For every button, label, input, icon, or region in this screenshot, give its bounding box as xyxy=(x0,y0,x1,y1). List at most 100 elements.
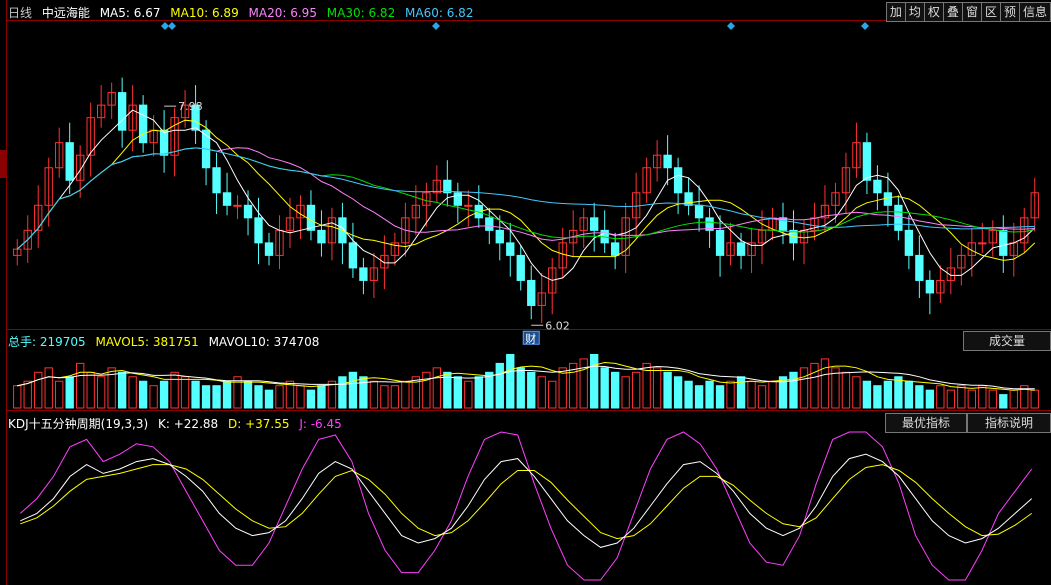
candle-body xyxy=(317,229,326,244)
event-diamond xyxy=(861,22,869,30)
volume-bar xyxy=(715,385,725,409)
candle-body xyxy=(464,204,473,207)
candle-body xyxy=(254,217,263,244)
candle-body xyxy=(138,104,148,144)
candle-body xyxy=(359,267,368,281)
candle-body xyxy=(264,242,274,256)
candle-body xyxy=(925,279,935,294)
volume-bar xyxy=(55,380,64,409)
volume-bar xyxy=(789,371,798,409)
volume-bar xyxy=(915,385,924,409)
volume-bar xyxy=(873,385,882,409)
high-price-label: 7.98 xyxy=(178,100,203,113)
volume-bar xyxy=(76,362,85,409)
volume-bar xyxy=(747,380,756,409)
kdj-k-line xyxy=(20,453,1033,548)
candle-body xyxy=(590,217,599,231)
volume-bar xyxy=(621,376,630,409)
volume-bar xyxy=(590,353,599,409)
candle-body xyxy=(527,279,536,306)
volume-bar xyxy=(275,385,284,409)
candle-body xyxy=(894,204,903,231)
volume-bar xyxy=(925,389,935,409)
candle-body xyxy=(663,154,672,169)
volume-bar xyxy=(317,385,326,409)
volume-bar xyxy=(170,371,179,409)
candle-body xyxy=(485,217,494,231)
volume-bar xyxy=(128,376,137,409)
candle-body xyxy=(348,242,358,269)
event-diamond xyxy=(168,22,176,30)
volume-bar xyxy=(359,376,368,409)
candle-body xyxy=(694,204,704,219)
volume-bar xyxy=(957,385,966,409)
volume-bar xyxy=(401,380,410,409)
volume-bar xyxy=(946,389,956,409)
volume-bar xyxy=(338,376,347,409)
candle-body xyxy=(862,142,872,181)
volume-bar xyxy=(883,380,893,409)
kdj-d-line xyxy=(20,464,1032,540)
volume-bar xyxy=(306,389,316,409)
candle-body xyxy=(999,229,1008,256)
volume-bar xyxy=(138,380,148,409)
volume-bar xyxy=(894,376,903,409)
ma5-line xyxy=(16,109,1036,281)
volume-bar xyxy=(768,380,777,409)
volume-bar xyxy=(999,394,1008,409)
candle-body xyxy=(233,204,242,207)
volume-bar xyxy=(233,376,242,409)
volume-bar xyxy=(432,367,442,409)
mavol10-line xyxy=(17,365,1035,390)
volume-bar xyxy=(86,371,95,409)
volume-bar xyxy=(610,371,620,409)
volume-bar xyxy=(862,380,872,409)
volume-bar xyxy=(34,371,43,409)
candle-body xyxy=(915,254,924,281)
volume-bar xyxy=(904,380,914,409)
volume-bar xyxy=(201,385,211,409)
volume-bar xyxy=(694,385,704,409)
volume-bar xyxy=(495,362,504,409)
volume-bar xyxy=(65,376,74,409)
volume-bar xyxy=(159,380,169,409)
volume-bar xyxy=(841,371,851,409)
chart-svg[interactable]: 7.98 6.02 财 xyxy=(0,0,1051,585)
volume-bar xyxy=(978,385,987,409)
candle-body xyxy=(222,192,232,206)
volume-bar xyxy=(537,376,546,409)
ma10-line xyxy=(16,119,1036,261)
event-diamond xyxy=(727,22,735,30)
volume-bar xyxy=(485,371,494,409)
volume-bar xyxy=(422,371,431,409)
volume-bar xyxy=(673,376,683,409)
volume-bar xyxy=(967,389,976,409)
volume-bar xyxy=(222,380,232,409)
volume-bar xyxy=(212,385,221,409)
volume-bar xyxy=(936,385,945,409)
candle-body xyxy=(904,229,914,256)
volume-bar xyxy=(264,389,274,409)
candle-body xyxy=(159,129,169,156)
volume-bar xyxy=(726,380,735,409)
volume-bar xyxy=(23,380,32,409)
event-diamond xyxy=(161,22,169,30)
volume-bar xyxy=(1009,389,1018,409)
volume-bar xyxy=(1030,389,1039,409)
volume-bar xyxy=(369,380,379,409)
candle-body xyxy=(495,229,504,244)
volume-bar xyxy=(390,385,400,409)
volume-bar xyxy=(663,371,672,409)
candle-body xyxy=(243,204,253,219)
candle-body xyxy=(117,92,127,131)
candle-body xyxy=(873,179,882,194)
volume-bar xyxy=(558,367,567,409)
volume-bar xyxy=(149,385,158,409)
volume-bar xyxy=(820,358,830,409)
event-diamond xyxy=(432,22,440,30)
volume-bar xyxy=(810,362,819,409)
volume-bar xyxy=(380,385,389,409)
volume-bar xyxy=(684,380,693,409)
volume-bar xyxy=(852,376,861,409)
candle-body xyxy=(610,242,620,256)
